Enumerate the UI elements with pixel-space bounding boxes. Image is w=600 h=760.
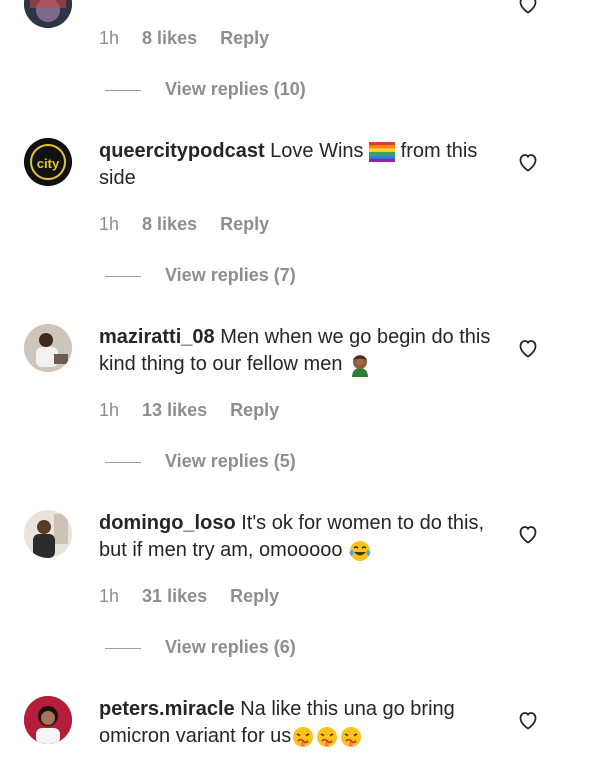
rainbow-flag-emoji <box>369 141 396 162</box>
comment-likes[interactable]: 31 likes <box>142 586 207 606</box>
nauseated-face-emoji <box>293 726 314 747</box>
comment-time: 1h <box>99 400 120 420</box>
view-replies-label: View replies (10) <box>165 79 306 99</box>
comment-username[interactable]: peters.miracle <box>99 698 235 720</box>
man-facepalming-emoji <box>352 354 369 377</box>
comment-time: 1h <box>99 214 120 234</box>
comment-time: 1h <box>99 586 120 606</box>
reply-button[interactable]: Reply <box>230 586 279 606</box>
nauseated-face-emoji <box>317 726 338 747</box>
avatar[interactable]: city <box>24 138 72 186</box>
comment-likes[interactable]: 13 likes <box>142 400 207 420</box>
comment-likes[interactable]: 8 likes <box>142 28 197 48</box>
view-replies-button[interactable]: View replies (5) <box>105 451 296 472</box>
divider-line <box>105 275 141 277</box>
comment-text: domingo_loso It's ok for women to do thi… <box>99 510 499 564</box>
comment-likes[interactable]: 8 likes <box>142 214 197 234</box>
avatar[interactable] <box>24 510 72 558</box>
like-heart-icon[interactable] <box>516 150 540 174</box>
view-replies-label: View replies (7) <box>165 265 296 285</box>
comment-username[interactable]: queercitypodcast <box>99 140 265 162</box>
tears-of-joy-emoji <box>349 540 371 561</box>
divider-line <box>105 89 141 91</box>
divider-line <box>105 647 141 649</box>
reply-button[interactable]: Reply <box>220 214 269 234</box>
comment-meta: 1h 31 likes Reply <box>99 586 297 607</box>
comment-text: maziratti_08 Men when we go begin do thi… <box>99 324 499 378</box>
comment-text: queercitypodcast Love Wins from this sid… <box>99 138 499 192</box>
reply-button[interactable]: Reply <box>230 400 279 420</box>
like-heart-icon[interactable] <box>516 336 540 360</box>
view-replies-label: View replies (5) <box>165 451 296 471</box>
comment-time: 1h <box>99 28 120 48</box>
comment-meta: 1h 8 likes Reply <box>99 28 287 49</box>
like-heart-icon[interactable] <box>516 522 540 546</box>
like-heart-icon[interactable] <box>516 0 540 16</box>
view-replies-label: View replies (6) <box>165 637 296 657</box>
reply-button[interactable]: Reply <box>220 28 269 48</box>
avatar[interactable] <box>24 696 72 744</box>
comment-meta: 1h 8 likes Reply <box>99 214 287 235</box>
nauseated-face-emoji <box>341 726 362 747</box>
view-replies-button[interactable]: View replies (10) <box>105 79 306 100</box>
avatar[interactable] <box>24 0 72 28</box>
comment-username[interactable]: maziratti_08 <box>99 326 215 348</box>
like-heart-icon[interactable] <box>516 708 540 732</box>
comment-body: Love Wins <box>270 140 364 162</box>
comment-text: peters.miracle Na like this una go bring… <box>99 696 499 750</box>
comment-username[interactable]: domingo_loso <box>99 512 236 534</box>
view-replies-button[interactable]: View replies (6) <box>105 637 296 658</box>
divider-line <box>105 461 141 463</box>
avatar[interactable] <box>24 324 72 372</box>
view-replies-button[interactable]: View replies (7) <box>105 265 296 286</box>
comment-meta: 1h 13 likes Reply <box>99 400 297 421</box>
avatar-logo-text: city <box>37 156 60 171</box>
